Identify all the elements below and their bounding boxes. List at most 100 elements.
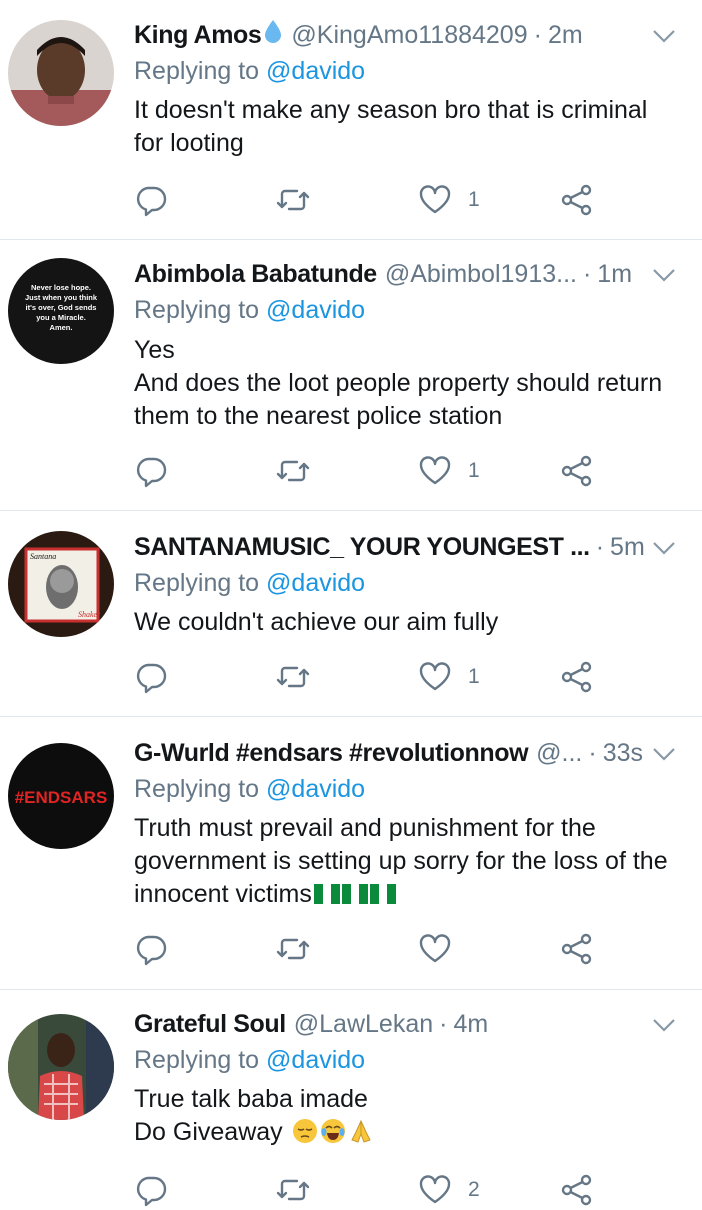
tweet-4[interactable]: #ENDSARS G-Wurld #endsars #revolutionnow… (0, 717, 702, 990)
tweet-text: True talk baba imade Do Giveaway (134, 1083, 684, 1149)
avatar-text: Never lose hope. (31, 283, 91, 292)
dot-separator: · (595, 533, 605, 561)
action-bar: 2 (134, 1170, 634, 1210)
replying-to: Replying to @davido (134, 772, 365, 806)
avatar-text: Shaker (78, 610, 101, 619)
tweet-3[interactable]: Santana Shaker SANTANAMUSIC_ YOUR YOUNGE… (0, 511, 702, 717)
retweet-icon (276, 938, 310, 960)
display-name[interactable]: SANTANAMUSIC_ YOUR YOUNGEST ... (134, 530, 590, 564)
text-line: government is setting up sorry for the l… (134, 847, 668, 875)
tweet-text: We couldn't achieve our aim fully (134, 606, 684, 639)
folded-hands-icon (350, 1119, 371, 1143)
avatar-text: Just when you think (25, 293, 98, 302)
text-line: It doesn't make any season bro that is c… (134, 96, 648, 124)
text-line: them to the nearest police station (134, 402, 503, 430)
mention-link[interactable]: @davido (266, 775, 365, 803)
chevron-down-icon[interactable] (652, 28, 676, 44)
reply-button[interactable] (134, 657, 168, 697)
reply-icon (136, 935, 167, 966)
user-handle[interactable]: @KingAmo11884209 (291, 18, 527, 52)
chevron-down-icon[interactable] (652, 540, 676, 556)
retweet-button[interactable] (276, 451, 310, 491)
like-icon (419, 1175, 451, 1204)
replying-label: Replying to (134, 1046, 260, 1074)
avatar-text: you a Miracle. (36, 313, 86, 322)
display-name[interactable]: Grateful Soul (134, 1007, 286, 1041)
like-button[interactable] (418, 929, 468, 969)
avatar[interactable] (8, 1014, 114, 1120)
chevron-down-icon[interactable] (652, 746, 676, 762)
like-button[interactable]: 1 (418, 180, 480, 220)
share-button[interactable] (560, 929, 594, 969)
retweet-button[interactable] (276, 1170, 310, 1210)
retweet-icon (276, 460, 310, 482)
reply-button[interactable] (134, 1170, 168, 1210)
action-bar: 1 (134, 180, 634, 220)
avatar[interactable]: Never lose hope. Just when you think it'… (8, 258, 114, 364)
user-handle[interactable]: @Abimbol1913... (385, 257, 577, 291)
user-handle[interactable]: @LawLekan (294, 1007, 433, 1041)
text-line: for looting (134, 129, 244, 157)
share-button[interactable] (560, 180, 594, 220)
tweet-2[interactable]: Never lose hope. Just when you think it'… (0, 240, 702, 511)
like-icon (419, 185, 451, 214)
timestamp[interactable]: 5m (610, 530, 645, 564)
avatar[interactable]: #ENDSARS (8, 743, 114, 849)
replying-label: Replying to (134, 569, 260, 597)
timestamp[interactable]: 2m (548, 18, 583, 52)
text-line: And does the loot people property should… (134, 369, 663, 397)
mention-link[interactable]: @davido (266, 296, 365, 324)
share-button[interactable] (560, 657, 594, 697)
timestamp[interactable]: 1m (597, 257, 632, 291)
mention-link[interactable]: @davido (266, 57, 365, 85)
reply-icon (136, 186, 167, 217)
share-button[interactable] (560, 451, 594, 491)
tweet-text: Truth must prevail and punishment for th… (134, 812, 684, 911)
text-line: True talk baba imade (134, 1085, 368, 1113)
mention-link[interactable]: @davido (266, 569, 365, 597)
like-count: 2 (468, 1178, 480, 1201)
text-line: Yes (134, 336, 175, 364)
like-button[interactable]: 1 (418, 451, 480, 491)
retweet-icon (276, 189, 310, 211)
tweet-5[interactable]: Grateful Soul @LawLekan · 4m Replying to… (0, 990, 702, 1208)
retweet-icon (276, 666, 310, 688)
user-handle[interactable]: @... (536, 736, 582, 770)
reply-icon (136, 663, 167, 694)
avatar[interactable] (8, 20, 114, 126)
avatar-text: #ENDSARS (15, 788, 108, 807)
share-icon (561, 184, 592, 216)
reply-button[interactable] (134, 929, 168, 969)
replying-to: Replying to @davido (134, 1043, 365, 1077)
like-button[interactable]: 2 (418, 1170, 480, 1210)
dot-separator: · (582, 260, 592, 288)
mention-link[interactable]: @davido (266, 1046, 365, 1074)
display-name[interactable]: G-Wurld #endsars #revolutionnow (134, 736, 529, 770)
chevron-down-icon[interactable] (652, 267, 676, 283)
display-name[interactable]: King Amos (134, 18, 262, 52)
timestamp[interactable]: 33s (603, 736, 643, 770)
reply-button[interactable] (134, 451, 168, 491)
chevron-down-icon[interactable] (652, 1017, 676, 1033)
share-button[interactable] (560, 1170, 594, 1210)
pensive-face-icon (292, 1119, 317, 1143)
timestamp[interactable]: 4m (453, 1007, 488, 1041)
replying-label: Replying to (134, 775, 260, 803)
avatar-text: it's over, God sends (26, 303, 97, 312)
like-button[interactable]: 1 (418, 657, 480, 697)
share-icon (561, 933, 592, 965)
nigeria-flag-icon (369, 884, 396, 904)
retweet-button[interactable] (276, 929, 310, 969)
text-line-with-flags: innocent victims (134, 878, 684, 911)
avatar[interactable]: Santana Shaker (8, 531, 114, 637)
retweet-button[interactable] (276, 657, 310, 697)
replying-to: Replying to @davido (134, 54, 365, 88)
like-icon (419, 456, 451, 485)
replying-to: Replying to @davido (134, 566, 365, 600)
display-name[interactable]: Abimbola Babatunde (134, 257, 377, 291)
action-bar: 1 (134, 657, 634, 697)
tweet-1[interactable]: King Amos @KingAmo11884209 · 2m Replying… (0, 0, 702, 240)
retweet-icon (276, 1179, 310, 1201)
reply-button[interactable] (134, 180, 168, 220)
retweet-button[interactable] (276, 180, 310, 220)
